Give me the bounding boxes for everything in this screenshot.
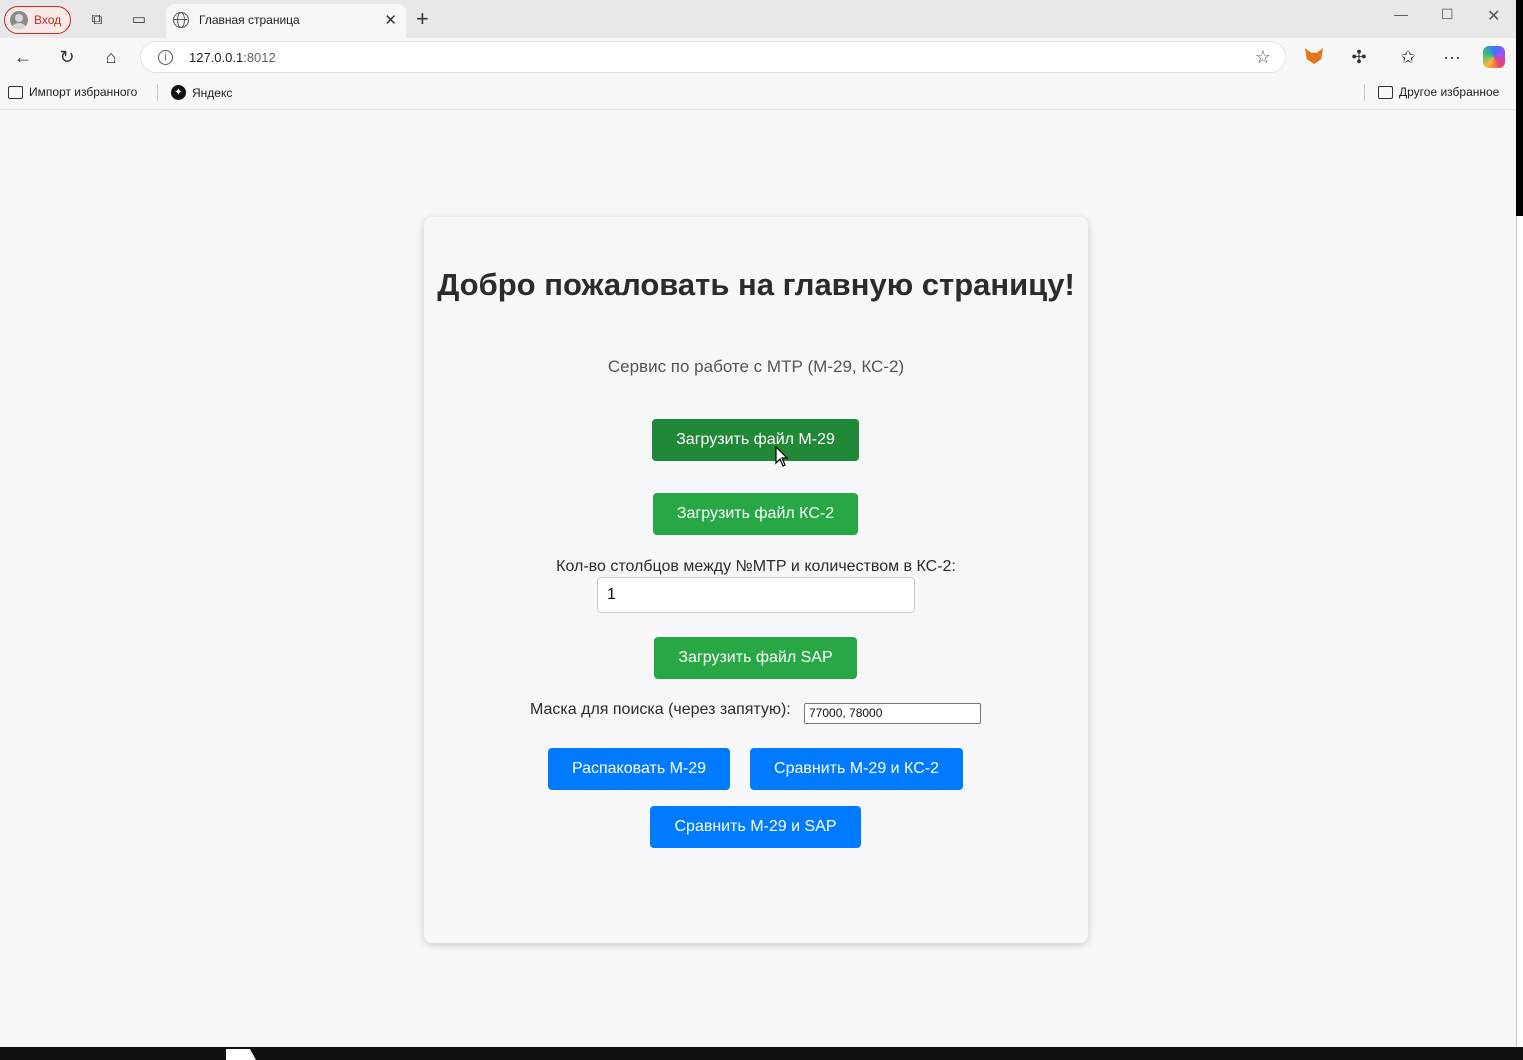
favorite-star-icon[interactable]: ☆	[1255, 47, 1271, 68]
bookmark-import[interactable]: Импорт избранного	[8, 85, 137, 99]
bookmarks-bar: Импорт избранного ✦ Яндекс Другое избран…	[0, 76, 1516, 110]
close-window-icon[interactable]: ✕	[1487, 6, 1500, 26]
page-title: Добро пожаловать на главную страницу!	[437, 267, 1075, 302]
browser-window: Вход ⧉ ▭ Главная страница ✕ + — ☐ ✕ ← ↻ …	[0, 0, 1516, 1047]
compare-m29-sap-button[interactable]: Сравнить М-29 и SAP	[650, 806, 861, 848]
favorites-icon[interactable]: ✩	[1397, 46, 1419, 68]
refresh-icon[interactable]: ↻	[56, 46, 78, 68]
bookmark-divider	[157, 84, 158, 101]
tab-home[interactable]: Главная страница ✕	[166, 4, 406, 38]
home-icon[interactable]: ⌂	[100, 46, 122, 68]
bookmark-yandex[interactable]: ✦ Яндекс	[171, 85, 232, 100]
new-tab-icon[interactable]: +	[416, 6, 429, 32]
unpack-m29-button[interactable]: Распаковать М-29	[548, 748, 730, 790]
extensions-icon[interactable]: ✣	[1348, 46, 1370, 68]
mouse-cursor-icon	[775, 446, 789, 467]
avatar-icon	[10, 11, 28, 29]
maximize-icon[interactable]: ☐	[1441, 6, 1454, 23]
columns-count-input[interactable]: 1	[597, 577, 915, 613]
other-bookmarks[interactable]: Другое избранное	[1378, 85, 1499, 99]
bookmark-divider	[1364, 84, 1365, 101]
profile-button[interactable]: Вход	[4, 6, 71, 34]
tab-title: Главная страница	[199, 13, 300, 27]
address-bar[interactable]: i 127.0.0.1:8012 ☆	[140, 41, 1286, 73]
import-icon	[8, 85, 23, 99]
bookmark-import-label: Импорт избранного	[29, 85, 138, 99]
background-window-edge	[1516, 216, 1523, 1060]
navigation-bar: ← ↻ ⌂ i 127.0.0.1:8012 ☆ ✣ ✩ ···	[0, 38, 1516, 76]
upload-ks2-button[interactable]: Загрузить файл КС-2	[653, 493, 858, 535]
compare-m29-ks2-button[interactable]: Сравнить М-29 и КС-2	[750, 748, 963, 790]
mask-input[interactable]: 77000, 78000	[804, 703, 981, 724]
url-port: :8012	[243, 50, 276, 65]
other-bookmarks-label: Другое избранное	[1399, 85, 1500, 99]
page-viewport: Добро пожаловать на главную страницу! Се…	[0, 111, 1516, 1047]
close-tab-icon[interactable]: ✕	[384, 11, 397, 29]
tab-actions-icon[interactable]: ▭	[129, 9, 149, 29]
upload-sap-button[interactable]: Загрузить файл SAP	[654, 637, 857, 679]
site-info-icon[interactable]: i	[158, 50, 173, 65]
tab-strip: Вход ⧉ ▭ Главная страница ✕ + — ☐ ✕	[0, 0, 1516, 38]
bookmark-yandex-label: Яндекс	[192, 85, 233, 100]
metamask-extension-icon[interactable]	[1305, 48, 1323, 64]
main-card: Добро пожаловать на главную страницу! Се…	[424, 217, 1088, 943]
columns-label: Кол-во столбцов между №МТР и количеством…	[556, 558, 956, 575]
workspaces-icon[interactable]: ⧉	[87, 9, 107, 29]
copilot-icon[interactable]	[1483, 46, 1505, 68]
more-menu-icon[interactable]: ···	[1441, 46, 1463, 68]
page-subtitle: Сервис по работе с МТР (М-29, КС-2)	[607, 357, 905, 376]
folder-icon	[1378, 85, 1393, 99]
url-host: 127.0.0.1	[189, 50, 244, 65]
url-text[interactable]: 127.0.0.1:8012	[189, 50, 276, 65]
yandex-icon: ✦	[171, 85, 186, 100]
minimize-icon[interactable]: —	[1394, 6, 1408, 22]
profile-label: Вход	[34, 13, 62, 27]
back-icon[interactable]: ←	[12, 46, 34, 68]
upload-m29-button[interactable]: Загрузить файл М-29	[652, 419, 859, 461]
globe-icon	[173, 12, 189, 28]
mask-label: Маска для поиска (через запятую):	[530, 701, 791, 718]
